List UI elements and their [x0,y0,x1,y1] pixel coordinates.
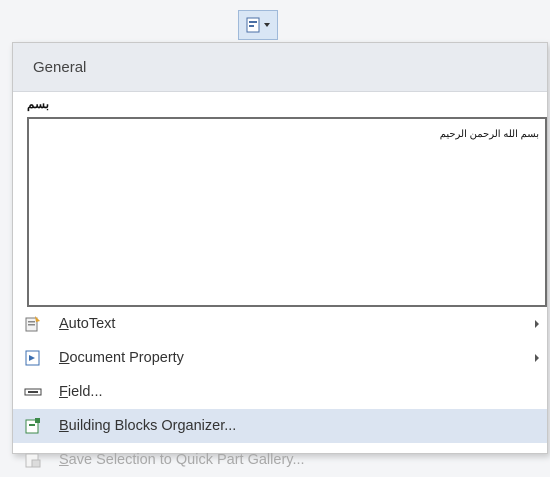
menu-item-field[interactable]: Field... [13,375,547,409]
building-blocks-icon [23,417,43,435]
menu-item-autotext[interactable]: AutoText [13,307,547,341]
document-property-icon [23,349,43,367]
quick-parts-icon [246,17,260,33]
submenu-arrow-icon [535,354,539,362]
quick-parts-button[interactable] [238,10,278,40]
menu-item-label: Building Blocks Organizer... [59,418,237,434]
menu-item-label: Save Selection to Quick Part Gallery... [59,452,305,468]
gallery-entry-preview[interactable]: بسم الله الرحمن الرحيم [27,117,547,307]
preview-text: بسم الله الرحمن الرحيم [439,129,539,140]
menu-item-document-property[interactable]: Document Property [13,341,547,375]
menu-item-save-selection[interactable]: Save Selection to Quick Part Gallery... [13,443,547,477]
menu-item-label: AutoText [59,316,116,332]
menu-item-label: Document Property [59,350,184,366]
gallery-header: General [13,43,547,92]
autotext-icon [23,315,43,333]
menu-item-building-blocks-organizer[interactable]: Building Blocks Organizer... [13,409,547,443]
submenu-arrow-icon [535,320,539,328]
chevron-down-icon [264,23,270,27]
gallery-entry-name: بسم [27,97,50,111]
field-icon [23,383,43,401]
quick-parts-dropdown: General بسم بسم الله الرحمن الرحيم AutoT… [12,42,548,468]
save-selection-icon [23,451,43,469]
quick-parts-menu: AutoText Document Property Field... Buil… [13,307,547,477]
menu-item-label: Field... [59,384,103,400]
